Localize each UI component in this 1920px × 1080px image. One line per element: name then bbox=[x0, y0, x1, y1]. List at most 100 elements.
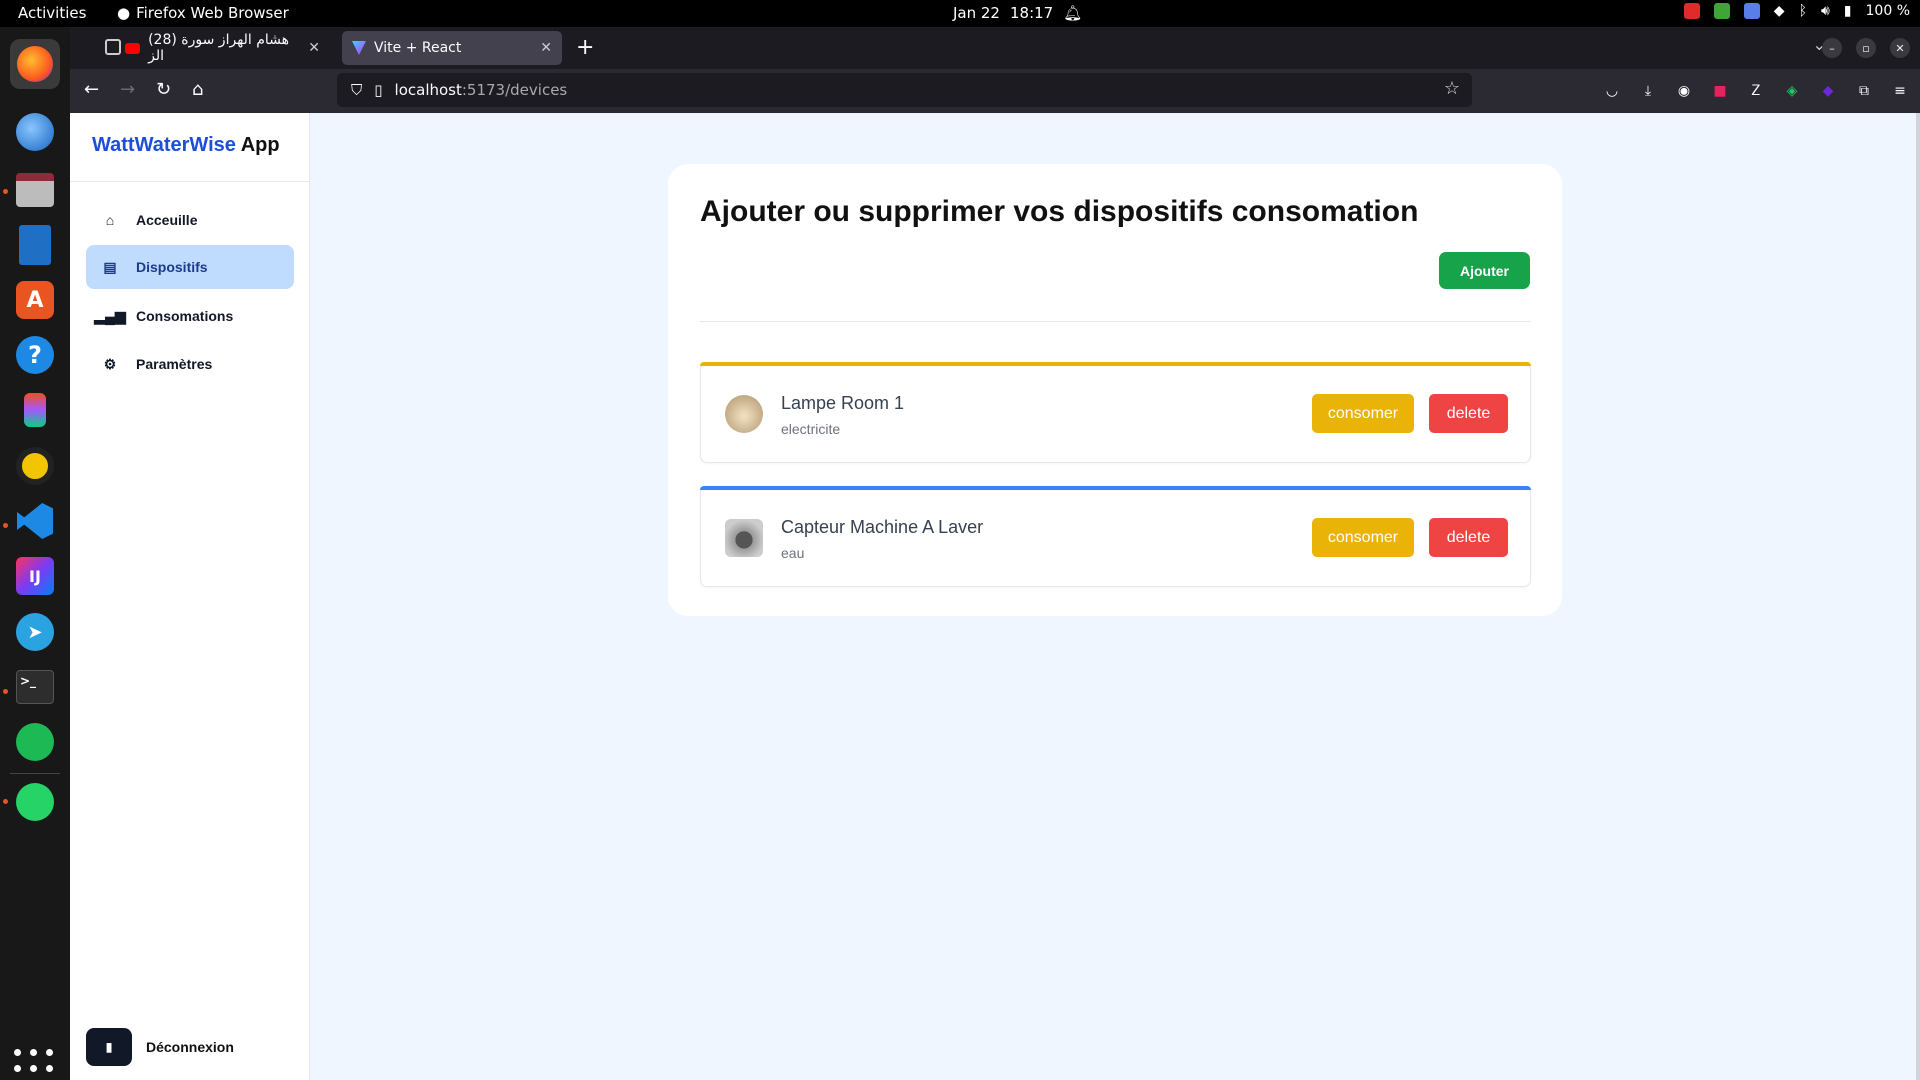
sidebar-item-label: Dispositifs bbox=[136, 259, 208, 275]
browser-tab-bar: (28) هشام الهراز سورة الز ✕ Vite + React… bbox=[70, 27, 1920, 69]
delete-button[interactable]: delete bbox=[1429, 394, 1508, 433]
toolbar-icons: ◡ ⤓ ◉ ■ Ꮓ ◈ ◆ ⧉ ≡ bbox=[1602, 81, 1910, 101]
device-name: Lampe Room 1 bbox=[781, 393, 905, 413]
device-name: Capteur Machine A Laver bbox=[781, 517, 984, 537]
spotify-icon[interactable] bbox=[10, 717, 60, 767]
home-button[interactable]: ⌂ bbox=[192, 79, 203, 100]
thunderbird-icon[interactable] bbox=[10, 107, 60, 157]
running-indicator bbox=[3, 689, 8, 694]
activities-button[interactable]: Activities bbox=[18, 4, 86, 22]
consume-button[interactable]: consomer bbox=[1312, 518, 1414, 557]
shield-icon: ⛉ bbox=[351, 81, 363, 99]
app-brand: WattWaterWise App bbox=[92, 134, 280, 156]
date-label: Jan 22 bbox=[953, 4, 1000, 22]
logout-button[interactable]: ▮ Déconnexion bbox=[86, 1028, 234, 1066]
help-icon[interactable]: ? bbox=[10, 330, 60, 380]
url-text: localhost:5173/devices bbox=[394, 81, 568, 99]
writer-icon[interactable] bbox=[10, 220, 60, 270]
pocket-icon[interactable]: ◡ bbox=[1602, 81, 1622, 101]
close-window-button[interactable]: ✕ bbox=[1890, 38, 1910, 58]
url-bar[interactable]: ⛉ ▯ localhost:5173/devices ☆ bbox=[337, 73, 1472, 107]
recording-icon bbox=[1683, 3, 1700, 19]
running-indicator bbox=[3, 799, 8, 804]
time-label: 18:17 bbox=[1009, 4, 1054, 22]
devices-card: Ajouter ou supprimer vos dispositifs con… bbox=[668, 164, 1562, 616]
download-icon[interactable]: ⤓ bbox=[1638, 81, 1658, 101]
page-scrollbar[interactable] bbox=[1916, 113, 1920, 1080]
close-icon[interactable]: ✕ bbox=[540, 40, 552, 56]
volume-icon: 🔊︎ bbox=[1820, 3, 1830, 19]
battery-icon: ▮ bbox=[1843, 3, 1852, 19]
reload-button[interactable]: ↻ bbox=[156, 79, 171, 100]
extension-purple-icon[interactable]: ◆ bbox=[1818, 81, 1838, 101]
rhythmbox-icon[interactable] bbox=[10, 441, 60, 491]
sidebar-item-parametres[interactable]: ⚙ Paramètres bbox=[86, 342, 294, 386]
sidebar-item-label: Consomations bbox=[136, 308, 234, 324]
tab-label: Vite + React bbox=[374, 40, 462, 56]
home-icon: ⌂ bbox=[105, 212, 115, 228]
lamp-thumbnail bbox=[725, 395, 763, 433]
minimize-button[interactable]: – bbox=[1822, 38, 1842, 58]
extension-green-icon[interactable]: ◈ bbox=[1782, 81, 1802, 101]
forward-button[interactable]: → bbox=[120, 79, 135, 100]
battery-label: 100 % bbox=[1865, 3, 1910, 19]
divider bbox=[70, 181, 310, 182]
account-icon[interactable]: ◉ bbox=[1674, 81, 1694, 101]
sidebar: WattWaterWise App ⌂ Acceuille ▤ Disposit… bbox=[70, 113, 310, 1080]
vite-icon bbox=[352, 41, 366, 55]
extensions-icon[interactable]: ⧉ bbox=[1854, 81, 1874, 101]
bookmark-star-icon[interactable]: ☆ bbox=[1444, 78, 1460, 99]
device-card: Capteur Machine A Laver eau consomer del… bbox=[700, 486, 1531, 587]
browser-nav-bar: ← → ↻ ⌂ ⛉ ▯ localhost:5173/devices ☆ ◡ ⤓… bbox=[70, 69, 1920, 113]
restore-button[interactable]: ▫ bbox=[1856, 38, 1876, 58]
bar-chart-icon: ▂▄▆ bbox=[94, 307, 126, 324]
vscode-icon[interactable] bbox=[10, 496, 60, 546]
page-icon: ▯ bbox=[374, 81, 383, 99]
consume-button[interactable]: consomer bbox=[1312, 394, 1414, 433]
system-tray[interactable]: ◆ ᛒ 🔊︎ ▮ 100 % bbox=[1683, 3, 1910, 19]
tab-youtube[interactable]: (28) هشام الهراز سورة الز ✕ bbox=[115, 31, 330, 65]
close-icon[interactable]: ✕ bbox=[308, 40, 320, 56]
whatsapp-icon[interactable] bbox=[10, 777, 60, 827]
tab-label: (28) هشام الهراز سورة الز bbox=[148, 32, 290, 64]
files-icon[interactable] bbox=[10, 165, 60, 215]
sidebar-item-label: Acceuille bbox=[136, 212, 198, 228]
sidebar-item-acceuille[interactable]: ⌂ Acceuille bbox=[86, 198, 294, 242]
sidebar-item-dispositifs[interactable]: ▤ Dispositifs bbox=[86, 245, 294, 289]
terminal-icon[interactable]: >_ bbox=[10, 662, 60, 712]
device-icon: ▤ bbox=[103, 258, 117, 275]
wifi-icon: ◆ bbox=[1773, 3, 1785, 19]
clock[interactable]: Jan 22 18:17 🔔︎ bbox=[953, 4, 1082, 22]
app-center-icon[interactable]: A bbox=[10, 275, 60, 325]
menu-icon[interactable]: ≡ bbox=[1890, 81, 1910, 101]
back-button[interactable]: ← bbox=[84, 79, 99, 100]
sidebar-item-consomations[interactable]: ▂▄▆ Consomations bbox=[86, 294, 294, 338]
tab-vite-react[interactable]: Vite + React ✕ bbox=[342, 31, 562, 65]
divider bbox=[700, 321, 1530, 322]
extension-translate-icon[interactable]: Ꮓ bbox=[1746, 81, 1766, 101]
add-device-button[interactable]: Ajouter bbox=[1439, 252, 1530, 289]
app-indicator[interactable]: ● Firefox Web Browser bbox=[117, 4, 289, 22]
system-top-bar: Activities ● Firefox Web Browser Jan 22 … bbox=[0, 0, 1920, 27]
show-apps-icon[interactable] bbox=[14, 1049, 56, 1080]
washing-machine-thumbnail bbox=[725, 519, 763, 557]
device-accent-bar bbox=[700, 486, 1531, 490]
bell-icon: 🔔︎ bbox=[1063, 4, 1083, 22]
telegram-icon[interactable]: ➤ bbox=[10, 607, 60, 657]
door-icon: ▮ bbox=[86, 1028, 132, 1066]
device-type: eau bbox=[781, 545, 805, 561]
firefox-dock-icon[interactable] bbox=[10, 39, 60, 89]
extension-red-icon[interactable]: ■ bbox=[1710, 81, 1730, 101]
firefox-icon: ● bbox=[117, 4, 131, 22]
intellij-icon[interactable]: IJ bbox=[10, 551, 60, 601]
bluetooth-icon: ᛒ bbox=[1798, 3, 1807, 19]
check-icon bbox=[1713, 3, 1730, 19]
page-viewport: WattWaterWise App ⌂ Acceuille ▤ Disposit… bbox=[70, 113, 1920, 1080]
gear-icon: ⚙ bbox=[103, 355, 117, 372]
new-tab-button[interactable]: + bbox=[576, 35, 594, 60]
logout-label: Déconnexion bbox=[146, 1039, 234, 1055]
bluetooth-tray-icon bbox=[1743, 3, 1760, 19]
figma-icon[interactable] bbox=[10, 385, 60, 435]
device-card: Lampe Room 1 electricite consomer delete bbox=[700, 362, 1531, 463]
delete-button[interactable]: delete bbox=[1429, 518, 1508, 557]
